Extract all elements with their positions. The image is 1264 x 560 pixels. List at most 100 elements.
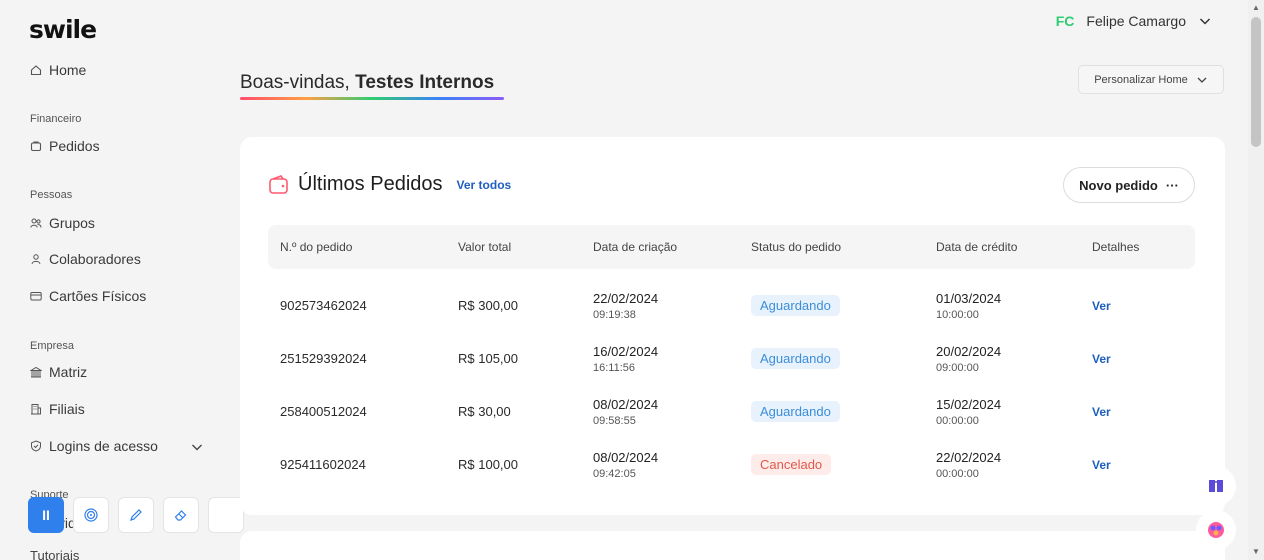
created-date: 16/02/2024 <box>593 343 659 359</box>
created-time: 09:58:55 <box>593 414 636 427</box>
section-label-pessoas: Pessoas <box>30 189 73 201</box>
order-total: R$ 105,00 <box>458 351 518 366</box>
users-icon <box>30 217 42 229</box>
swile-logo[interactable]: swile <box>29 15 97 44</box>
user-menu[interactable]: FC Felipe Camargo <box>1056 13 1212 29</box>
credit-cell: 15/02/2024 00:00:00 <box>924 385 1080 438</box>
blank-tool-button[interactable] <box>208 497 244 533</box>
order-total: R$ 30,00 <box>458 404 511 419</box>
eraser-button[interactable] <box>163 497 199 533</box>
table-row: 925411602024 R$ 100,00 08/02/2024 09:42:0… <box>268 438 1195 491</box>
column-header: Status do pedido <box>739 225 924 269</box>
pause-button[interactable]: II <box>28 497 64 533</box>
credit-date: 15/02/2024 <box>936 396 1002 412</box>
view-order-link[interactable]: Ver <box>1092 352 1111 366</box>
floating-toolbar: II <box>28 497 244 533</box>
next-card <box>240 531 1225 560</box>
page-scrollbar[interactable]: ▲ ▼ <box>1248 0 1264 560</box>
personalize-home-button[interactable]: Personalizar Home <box>1078 65 1224 94</box>
card-icon <box>30 290 42 302</box>
section-label-financeiro: Financeiro <box>30 113 82 125</box>
credit-cell: 01/03/2024 10:00:00 <box>924 269 1080 332</box>
created-date: 08/02/2024 <box>593 396 659 412</box>
sidebar-item-cartoes[interactable]: Cartões Físicos <box>30 288 146 304</box>
table-row: 251529392024 R$ 105,00 16/02/2024 16:11:5… <box>268 332 1195 385</box>
details-cell: Ver <box>1080 438 1195 491</box>
book-icon <box>1209 480 1223 492</box>
created-cell: 08/02/2024 09:42:05 <box>581 438 739 491</box>
view-order-link[interactable]: Ver <box>1092 458 1111 472</box>
wallet-icon <box>269 174 288 194</box>
eraser-icon <box>174 510 187 521</box>
details-cell: Ver <box>1080 332 1195 385</box>
credit-time: 10:00:00 <box>936 308 979 321</box>
status-badge: Aguardando <box>751 401 840 422</box>
sidebar-item-label: Home <box>49 62 87 78</box>
sidebar-item-colaboradores[interactable]: Colaboradores <box>30 251 141 267</box>
credit-time: 00:00:00 <box>936 467 979 480</box>
credit-time: 00:00:00 <box>936 414 979 427</box>
sidebar-item-matriz[interactable]: Matriz <box>30 364 87 380</box>
created-time: 09:42:05 <box>593 467 636 480</box>
credit-cell: 20/02/2024 09:00:00 <box>924 332 1080 385</box>
column-header: N.º do pedido <box>268 225 446 269</box>
avatar: FC <box>1055 13 1075 29</box>
sidebar-item-label: Colaboradores <box>49 251 141 267</box>
shield-check-icon <box>30 440 42 452</box>
sidebar-item-logins[interactable]: Logins de acesso <box>30 438 158 454</box>
user-name: Felipe Camargo <box>1086 13 1186 29</box>
new-order-label: Novo pedido <box>1079 177 1158 193</box>
sidebar-item-grupos[interactable]: Grupos <box>30 215 95 231</box>
scroll-thumb[interactable] <box>1251 17 1261 147</box>
scroll-up-arrow[interactable]: ▲ <box>1252 4 1260 12</box>
order-id: 258400512024 <box>280 404 367 419</box>
credit-time: 09:00:00 <box>936 361 979 374</box>
order-id: 925411602024 <box>280 457 366 472</box>
status-badge: Aguardando <box>751 348 840 369</box>
details-cell: Ver <box>1080 269 1195 332</box>
sidebar: swile Home Financeiro Pedidos Pessoas Gr… <box>0 0 225 560</box>
orders-card-header: Últimos Pedidos Ver todos <box>268 173 511 196</box>
store-icon <box>30 403 42 415</box>
status-badge: Aguardando <box>751 295 840 316</box>
column-header: Valor total <box>446 225 581 269</box>
view-order-link[interactable]: Ver <box>1092 405 1111 419</box>
chevron-down-icon[interactable] <box>190 440 204 454</box>
sidebar-item-label: Grupos <box>49 215 95 231</box>
sidebar-item-label: Logins de acesso <box>49 438 158 454</box>
view-order-link[interactable]: Ver <box>1092 299 1111 313</box>
new-order-button[interactable]: Novo pedido ··· <box>1063 167 1195 203</box>
guide-widget[interactable] <box>1196 466 1236 506</box>
user-icon <box>30 253 42 265</box>
welcome-prefix: Boas-vindas, <box>240 72 356 93</box>
order-id: 251529392024 <box>280 351 367 366</box>
created-time: 09:19:38 <box>593 308 636 321</box>
pencil-button[interactable] <box>118 497 154 533</box>
sidebar-item-label: Matriz <box>49 364 88 380</box>
status-cell: Aguardando <box>739 385 924 438</box>
sidebar-item-home[interactable]: Home <box>30 62 86 78</box>
sidebar-item-filiais[interactable]: Filiais <box>30 401 85 417</box>
status-cell: Aguardando <box>739 332 924 385</box>
fingerprint-button[interactable] <box>73 497 109 533</box>
fingerprint-icon <box>84 508 98 522</box>
see-all-link[interactable]: Ver todos <box>457 178 512 192</box>
order-total: R$ 100,00 <box>458 457 518 472</box>
personalize-label: Personalizar Home <box>1094 73 1188 86</box>
assistant-widget[interactable] <box>1196 510 1236 550</box>
credit-cell: 22/02/2024 00:00:00 <box>924 438 1080 491</box>
chevron-down-icon <box>1199 18 1211 25</box>
credit-date: 01/03/2024 <box>936 290 1002 306</box>
created-cell: 08/02/2024 09:58:55 <box>581 385 739 438</box>
status-badge: Cancelado <box>751 454 832 475</box>
section-label-empresa: Empresa <box>30 340 75 352</box>
more-icon: ··· <box>1165 177 1179 193</box>
table-row: 258400512024 R$ 30,00 08/02/2024 09:58:55… <box>268 385 1195 438</box>
scroll-down-arrow[interactable]: ▼ <box>1252 548 1260 556</box>
sidebar-item-label: Cartões Físicos <box>49 288 147 304</box>
sidebar-item-tutoriais[interactable]: Tutoriais <box>30 548 79 560</box>
chevron-down-icon <box>1197 77 1207 83</box>
sidebar-item-pedidos[interactable]: Pedidos <box>30 138 100 154</box>
table-row: 902573462024 R$ 300,00 22/02/2024 09:19:3… <box>268 269 1195 332</box>
created-cell: 22/02/2024 09:19:38 <box>581 269 739 332</box>
